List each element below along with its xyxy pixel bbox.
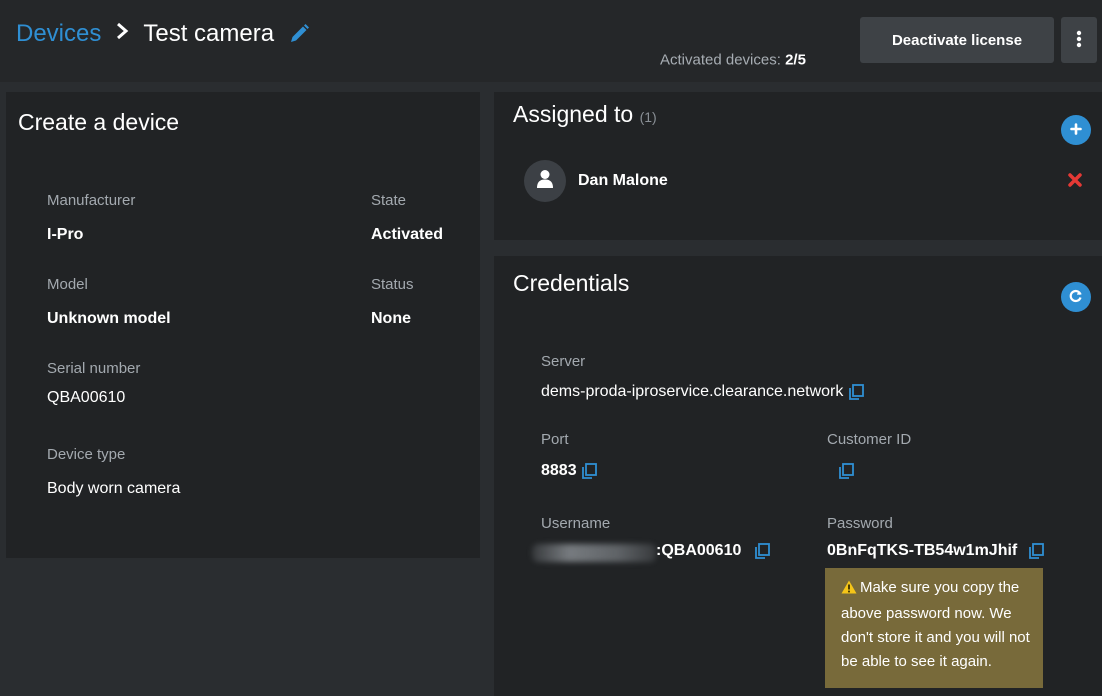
port-label: Port <box>541 431 569 448</box>
assigned-title-text: Assigned to <box>513 101 634 127</box>
customer-id-row <box>827 462 854 480</box>
port-value: 8883 <box>541 462 577 479</box>
regenerate-credentials-button[interactable] <box>1061 282 1091 312</box>
device-type-label: Device type <box>47 446 126 463</box>
username-label: Username <box>541 515 611 532</box>
copy-icon[interactable] <box>581 462 597 479</box>
activated-devices-counter: Activated devices: 2/5 <box>660 52 806 69</box>
activated-devices-label: Activated devices: <box>660 51 781 69</box>
password-warning: Make sure you copy the above password no… <box>825 568 1043 688</box>
server-label: Server <box>541 353 586 370</box>
breadcrumb-chevron-icon <box>115 20 129 48</box>
password-warning-text: Make sure you copy the above password no… <box>841 579 1030 670</box>
customer-id-label: Customer ID <box>827 431 912 448</box>
model-label: Model <box>47 276 88 293</box>
copy-icon[interactable] <box>1028 542 1044 559</box>
copy-icon[interactable] <box>848 383 864 400</box>
username-redacted <box>532 544 656 562</box>
serial-number-value: QBA00610 <box>47 389 126 406</box>
assigned-title: Assigned to (1) <box>513 101 657 128</box>
server-value: dems-proda-iproservice.clearance.network <box>541 383 844 400</box>
state-label: State <box>371 192 407 209</box>
avatar <box>524 160 566 202</box>
password-label: Password <box>827 515 893 532</box>
page-title: Test camera <box>143 20 275 47</box>
deactivate-license-button[interactable]: Deactivate license <box>860 17 1054 63</box>
kebab-menu-icon <box>1076 30 1082 51</box>
more-options-button[interactable] <box>1061 17 1097 63</box>
assigned-count: (1) <box>639 109 657 125</box>
status-label: Status <box>371 276 414 293</box>
credentials-title: Credentials <box>513 270 630 296</box>
username-value: :QBA00610 <box>656 542 742 559</box>
manufacturer-label: Manufacturer <box>47 192 136 209</box>
pencil-icon[interactable] <box>288 23 310 45</box>
model-value: Unknown model <box>47 310 171 327</box>
warning-icon <box>841 578 857 602</box>
password-value: 0BnFqTKS-TB54w1mJhif <box>827 542 1018 559</box>
server-row: dems-proda-iproservice.clearance.network <box>541 383 864 401</box>
add-icon <box>1070 122 1082 138</box>
username-row: :QBA00610 <box>656 542 770 560</box>
status-value: None <box>371 310 411 327</box>
copy-icon[interactable] <box>754 542 770 559</box>
activated-devices-value: 2/5 <box>785 51 806 69</box>
manufacturer-value: I-Pro <box>47 226 84 243</box>
password-row: 0BnFqTKS-TB54w1mJhif <box>827 542 1044 560</box>
add-assignee-button[interactable] <box>1061 115 1091 145</box>
state-value: Activated <box>371 226 444 243</box>
user-icon <box>536 169 554 194</box>
breadcrumb: Devices Test camera <box>16 20 310 48</box>
device-type-value: Body worn camera <box>47 480 181 497</box>
top-bar: Devices Test camera Activated devices: 2… <box>0 0 1102 82</box>
remove-icon[interactable] <box>1068 173 1082 192</box>
refresh-icon <box>1069 289 1083 306</box>
device-panel-title: Create a device <box>18 109 180 135</box>
port-row: 8883 <box>541 462 597 480</box>
assignee-name: Dan Malone <box>578 172 668 189</box>
breadcrumb-devices-link[interactable]: Devices <box>16 20 101 48</box>
copy-icon[interactable] <box>838 462 854 479</box>
serial-number-label: Serial number <box>47 360 141 377</box>
